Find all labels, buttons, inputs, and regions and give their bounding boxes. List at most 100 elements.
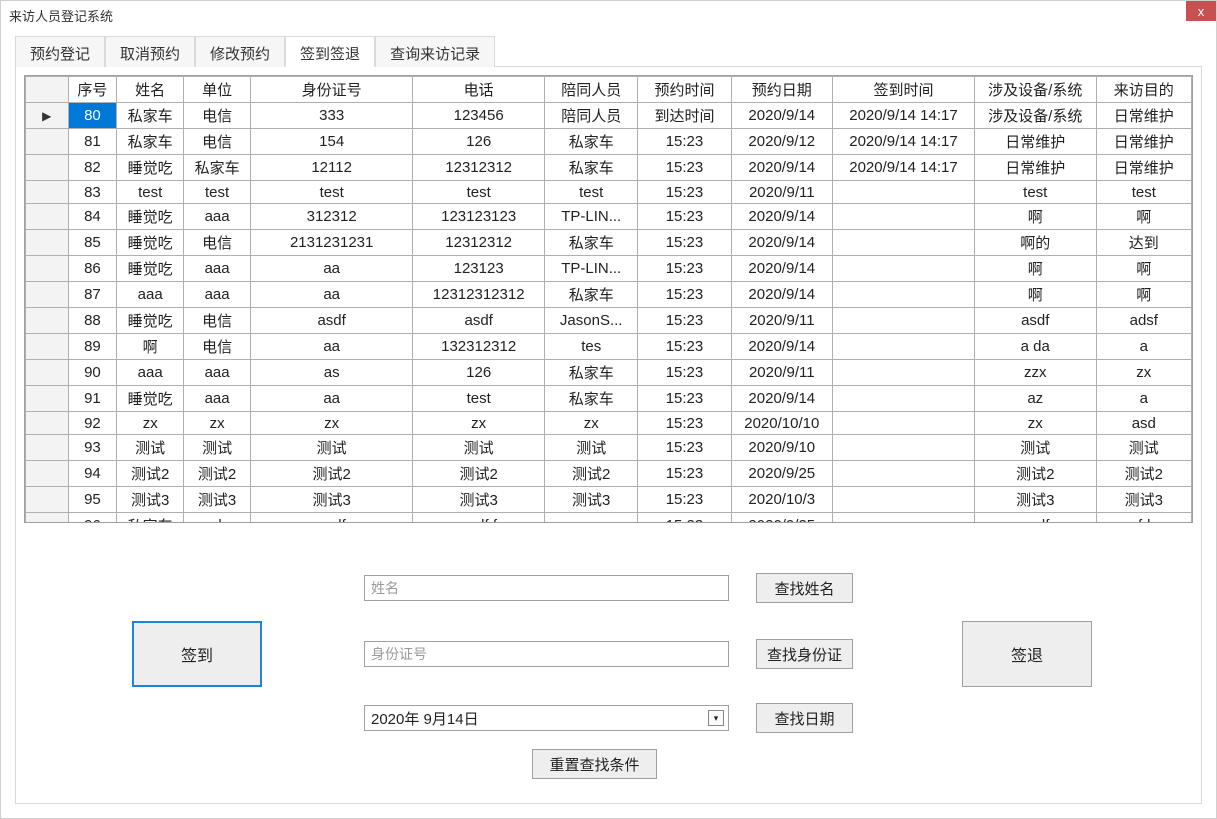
cell[interactable]: ads: [184, 513, 251, 523]
cell[interactable]: 私家车: [117, 129, 184, 155]
cell[interactable]: 94: [68, 461, 117, 487]
table-row[interactable]: 85睡觉吃电信213123123112312312私家车15:232020/9/…: [26, 230, 1192, 256]
row-indicator[interactable]: [26, 308, 69, 334]
cell[interactable]: [832, 204, 974, 230]
cell[interactable]: 睡觉吃: [117, 256, 184, 282]
cell[interactable]: 2020/9/14 14:17: [832, 103, 974, 129]
cell[interactable]: as: [251, 360, 413, 386]
row-indicator[interactable]: [26, 181, 69, 204]
table-row[interactable]: 92zxzxzxzxzx15:232020/10/10zxasd: [26, 412, 1192, 435]
cell[interactable]: 睡觉吃: [117, 308, 184, 334]
cell[interactable]: test: [184, 181, 251, 204]
cell[interactable]: a: [1096, 334, 1191, 360]
cell[interactable]: 测试2: [545, 461, 638, 487]
tab-3[interactable]: 签到签退: [285, 36, 375, 67]
cell[interactable]: 私家车: [117, 103, 184, 129]
cell[interactable]: aaa: [117, 282, 184, 308]
cell[interactable]: 2020/9/12: [731, 129, 832, 155]
calendar-dropdown-icon[interactable]: ▾: [708, 710, 724, 726]
row-indicator[interactable]: [26, 334, 69, 360]
cell[interactable]: 126: [413, 360, 545, 386]
cell[interactable]: 2020/9/14: [731, 155, 832, 181]
cell[interactable]: aaa: [184, 386, 251, 412]
cell[interactable]: aa: [251, 256, 413, 282]
cell[interactable]: 啊: [1096, 204, 1191, 230]
cell[interactable]: 日常维护: [1096, 155, 1191, 181]
cell[interactable]: asdf f: [413, 513, 545, 523]
row-indicator[interactable]: [26, 282, 69, 308]
cell[interactable]: 私家车: [184, 155, 251, 181]
cell[interactable]: [832, 513, 974, 523]
col-header-5[interactable]: 陪同人员: [545, 77, 638, 103]
visitor-grid[interactable]: 序号姓名单位身份证号电话陪同人员预约时间预约日期签到时间涉及设备/系统来访目的 …: [24, 75, 1193, 523]
cell[interactable]: asdf: [974, 513, 1096, 523]
cell[interactable]: 电信: [184, 230, 251, 256]
cell[interactable]: az: [974, 386, 1096, 412]
close-button[interactable]: x: [1186, 1, 1216, 21]
name-input[interactable]: [364, 575, 729, 601]
cell[interactable]: 测试3: [413, 487, 545, 513]
cell[interactable]: 154: [251, 129, 413, 155]
cell[interactable]: 2020/9/11: [731, 360, 832, 386]
cell[interactable]: zx: [545, 412, 638, 435]
cell[interactable]: 95: [68, 487, 117, 513]
cell[interactable]: asdf: [413, 308, 545, 334]
date-picker[interactable]: 2020年 9月14日 ▾: [364, 705, 729, 731]
cell[interactable]: test: [1096, 181, 1191, 204]
col-header-8[interactable]: 签到时间: [832, 77, 974, 103]
cell[interactable]: 啊: [974, 256, 1096, 282]
cell[interactable]: JasonS...: [545, 308, 638, 334]
cell[interactable]: 96: [68, 513, 117, 523]
cell[interactable]: 测试: [413, 435, 545, 461]
cell[interactable]: 2020/9/14: [731, 256, 832, 282]
cell[interactable]: 私家车: [545, 129, 638, 155]
idcard-input[interactable]: [364, 641, 729, 667]
cell[interactable]: 87: [68, 282, 117, 308]
cell[interactable]: 123456: [413, 103, 545, 129]
cell[interactable]: tes: [545, 334, 638, 360]
tab-4[interactable]: 查询来访记录: [375, 36, 495, 67]
tab-2[interactable]: 修改预约: [195, 36, 285, 67]
cell[interactable]: a da: [974, 334, 1096, 360]
cell[interactable]: 132312312: [413, 334, 545, 360]
cell[interactable]: 15:23: [638, 360, 731, 386]
cell[interactable]: 312312: [251, 204, 413, 230]
col-header-9[interactable]: 涉及设备/系统: [974, 77, 1096, 103]
checkout-button[interactable]: 签退: [962, 621, 1092, 687]
cell[interactable]: zx: [413, 412, 545, 435]
reset-filters-button[interactable]: 重置查找条件: [532, 749, 657, 779]
table-row[interactable]: 84睡觉吃aaa312312123123123TP-LIN...15:23202…: [26, 204, 1192, 230]
cell[interactable]: 15:23: [638, 412, 731, 435]
cell[interactable]: 82: [68, 155, 117, 181]
cell[interactable]: 2020/9/11: [731, 308, 832, 334]
table-row[interactable]: 88睡觉吃电信asdfasdfJasonS...15:232020/9/11as…: [26, 308, 1192, 334]
cell[interactable]: 测试2: [117, 461, 184, 487]
cell[interactable]: TP-LIN...: [545, 204, 638, 230]
cell[interactable]: 测试3: [184, 487, 251, 513]
cell[interactable]: 测试: [251, 435, 413, 461]
cell[interactable]: 测试2: [413, 461, 545, 487]
find-name-button[interactable]: 查找姓名: [756, 573, 853, 603]
cell[interactable]: 91: [68, 386, 117, 412]
cell[interactable]: 私家车: [545, 155, 638, 181]
cell[interactable]: [832, 282, 974, 308]
cell[interactable]: 86: [68, 256, 117, 282]
cell[interactable]: 2020/9/25: [731, 513, 832, 523]
cell[interactable]: 85: [68, 230, 117, 256]
table-row[interactable]: 90aaaaaaas126私家车15:232020/9/11zzxzx: [26, 360, 1192, 386]
cell[interactable]: 15:23: [638, 129, 731, 155]
cell[interactable]: a: [1096, 386, 1191, 412]
cell[interactable]: 睡觉吃: [117, 386, 184, 412]
cell[interactable]: afds: [1096, 513, 1191, 523]
tab-0[interactable]: 预约登记: [15, 36, 105, 67]
tab-1[interactable]: 取消预约: [105, 36, 195, 67]
cell[interactable]: zx: [184, 412, 251, 435]
cell[interactable]: 12312312: [413, 230, 545, 256]
cell[interactable]: 88: [68, 308, 117, 334]
table-row[interactable]: 86睡觉吃aaaaa123123TP-LIN...15:232020/9/14啊…: [26, 256, 1192, 282]
cell[interactable]: 啊的: [974, 230, 1096, 256]
cell[interactable]: [832, 360, 974, 386]
cell[interactable]: test: [251, 181, 413, 204]
cell[interactable]: 啊: [117, 334, 184, 360]
cell[interactable]: 15:23: [638, 308, 731, 334]
